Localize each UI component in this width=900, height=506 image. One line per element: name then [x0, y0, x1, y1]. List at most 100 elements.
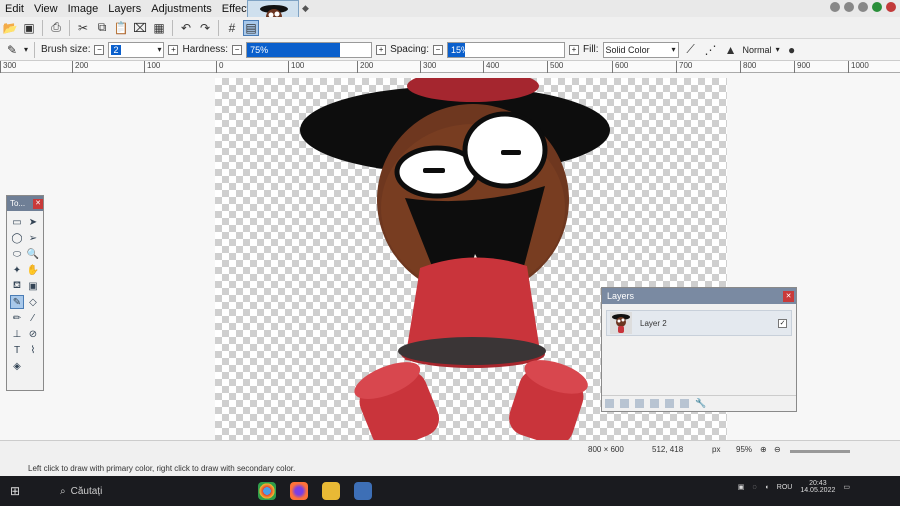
deselect-icon[interactable]: ▦	[151, 20, 167, 36]
color-icon[interactable]	[872, 2, 882, 12]
chevron-down-icon[interactable]: ▾	[776, 45, 780, 54]
ellipse-select-icon[interactable]: ⬭	[10, 247, 24, 261]
layers-window-title: Layers	[607, 291, 635, 301]
move-selection-icon[interactable]: ➢	[26, 231, 40, 245]
zoom-out-icon[interactable]: ⊖	[774, 445, 781, 454]
eraser-icon[interactable]: ◇	[26, 295, 40, 309]
separator	[34, 41, 36, 58]
layer-row[interactable]: Layer 2 ✓	[606, 310, 792, 336]
add-layer-icon[interactable]	[605, 399, 614, 408]
color-picker-tool-icon[interactable]: ⁄	[26, 311, 40, 325]
start-icon[interactable]: ⊞	[10, 484, 20, 498]
chevron-down-icon[interactable]: ▾	[672, 45, 676, 54]
blend-mode-icon[interactable]: ▲	[723, 42, 739, 58]
increase-hardness-icon[interactable]: +	[376, 44, 387, 55]
lasso-icon[interactable]: ◯	[10, 231, 24, 245]
menu-edit[interactable]: Edit	[0, 3, 29, 15]
utility-icon[interactable]	[844, 2, 854, 12]
move-layer-down-icon[interactable]	[680, 399, 689, 408]
layer-properties-icon[interactable]: 🔧	[695, 398, 706, 409]
language-indicator[interactable]: ROU	[777, 484, 793, 491]
color-picker-icon[interactable]: ●	[784, 42, 800, 58]
merge-layer-icon[interactable]	[650, 399, 659, 408]
decrease-brush-icon[interactable]: −	[94, 44, 105, 55]
zoom-icon[interactable]: 🔍	[26, 247, 40, 261]
copy-icon[interactable]: ⧉	[94, 20, 110, 36]
increase-brush-icon[interactable]: +	[168, 44, 179, 55]
utility-icon[interactable]	[830, 2, 840, 12]
clock[interactable]: 20:43 14.05.2022	[800, 480, 835, 494]
tools-window-titlebar[interactable]: To... ✕	[7, 196, 43, 211]
dropdown-arrow-icon[interactable]: ▾	[24, 45, 28, 54]
clone-stamp-icon[interactable]: ⊥	[10, 327, 24, 341]
paste-icon[interactable]: 📋	[113, 20, 129, 36]
ruler-tick: 700	[676, 61, 692, 73]
ruler-tick: 800	[740, 61, 756, 73]
utility-icon[interactable]	[858, 2, 868, 12]
paint-bucket-icon[interactable]: ⛾	[10, 279, 24, 293]
menu-image[interactable]: Image	[63, 3, 104, 15]
magic-wand-icon[interactable]: ✦	[10, 263, 24, 277]
pan-icon[interactable]: ✋	[26, 263, 40, 277]
blend-mode-value[interactable]: Normal	[743, 45, 772, 55]
menu-adjustments[interactable]: Adjustments	[146, 3, 217, 15]
move-layer-up-icon[interactable]	[665, 399, 674, 408]
menu-layers[interactable]: Layers	[103, 3, 146, 15]
layers-window-titlebar[interactable]: Layers ✕	[602, 288, 796, 304]
color-icon[interactable]	[886, 2, 896, 12]
grid-icon[interactable]: #	[224, 20, 240, 36]
zoom-in-icon[interactable]: ⊕	[760, 445, 767, 454]
redo-icon[interactable]: ↷	[197, 20, 213, 36]
pin-icon[interactable]: ◆	[302, 3, 309, 14]
chrome-icon[interactable]	[258, 482, 276, 500]
tools-grid: ▭ ➤ ◯ ➢ ⬭ 🔍 ✦ ✋ ⛾ ▣ ✎ ◇ ✏ ⁄ ⊥ ⊘ T ⌇ ◈	[7, 211, 43, 377]
tools-window[interactable]: To... ✕ ▭ ➤ ◯ ➢ ⬭ 🔍 ✦ ✋ ⛾ ▣ ✎ ◇ ✏ ⁄ ⊥ ⊘ …	[6, 195, 44, 391]
decrease-hardness-icon[interactable]: −	[232, 44, 243, 55]
gradient-icon[interactable]: ▣	[26, 279, 40, 293]
delete-layer-icon[interactable]	[620, 399, 629, 408]
duplicate-layer-icon[interactable]	[635, 399, 644, 408]
layers-window[interactable]: Layers ✕ Layer 2 ✓ 🔧	[601, 287, 797, 412]
paint-net-icon[interactable]	[354, 482, 372, 500]
brush-size-input[interactable]: 2 ▾	[108, 41, 165, 58]
zoom-slider[interactable]	[790, 450, 850, 453]
paintbrush-tool-icon[interactable]: ✎	[10, 295, 24, 309]
zoom-level[interactable]: 95%	[736, 445, 752, 454]
hardness-slider[interactable]: 75%	[246, 41, 373, 58]
open-icon[interactable]: 📂	[2, 20, 18, 36]
spacing-slider[interactable]: 15%	[446, 41, 565, 58]
taskbar-search[interactable]: ⌕ Căutați	[60, 486, 102, 497]
paintbrush-icon[interactable]: ✎	[4, 42, 20, 58]
shapes-icon[interactable]: ◈	[10, 359, 24, 373]
save-icon[interactable]: ▣	[21, 20, 37, 36]
ruler-toggle-icon[interactable]: ▤	[243, 19, 259, 36]
line-curve-icon[interactable]: ⌇	[26, 343, 40, 357]
layer-visibility-checkbox[interactable]: ✓	[778, 318, 787, 328]
tray-icon[interactable]: ▣	[738, 483, 745, 491]
notifications-icon[interactable]: ▭	[843, 483, 850, 491]
close-icon[interactable]: ✕	[33, 198, 43, 209]
chevron-down-icon[interactable]: ▾	[157, 45, 161, 54]
volume-icon[interactable]: ◖	[765, 484, 769, 491]
recolor-icon[interactable]: ⊘	[26, 327, 40, 341]
cut-icon[interactable]: ✂	[75, 20, 91, 36]
close-icon[interactable]: ✕	[783, 290, 794, 302]
print-icon[interactable]: ⎙	[48, 20, 64, 36]
pencil-icon[interactable]: ✏	[10, 311, 24, 325]
ruler-tick: 400	[483, 61, 499, 73]
units-selector[interactable]: px	[712, 445, 720, 454]
crop-icon[interactable]: ⌧	[132, 20, 148, 36]
increase-spacing-icon[interactable]: +	[568, 44, 579, 55]
rectangle-select-icon[interactable]: ▭	[10, 215, 24, 229]
undo-icon[interactable]: ↶	[178, 20, 194, 36]
text-icon[interactable]: T	[10, 343, 24, 357]
menu-view[interactable]: View	[29, 3, 63, 15]
file-explorer-icon[interactable]	[322, 482, 340, 500]
antialias-icon[interactable]: ⟋	[683, 42, 699, 58]
fill-select[interactable]: Solid Color ▾	[602, 41, 679, 58]
decrease-spacing-icon[interactable]: −	[432, 44, 443, 55]
alpha-icon[interactable]: ⋰	[703, 42, 719, 58]
firefox-icon[interactable]	[290, 482, 308, 500]
network-icon[interactable]: ◌	[752, 484, 756, 491]
move-icon[interactable]: ➤	[26, 215, 40, 229]
